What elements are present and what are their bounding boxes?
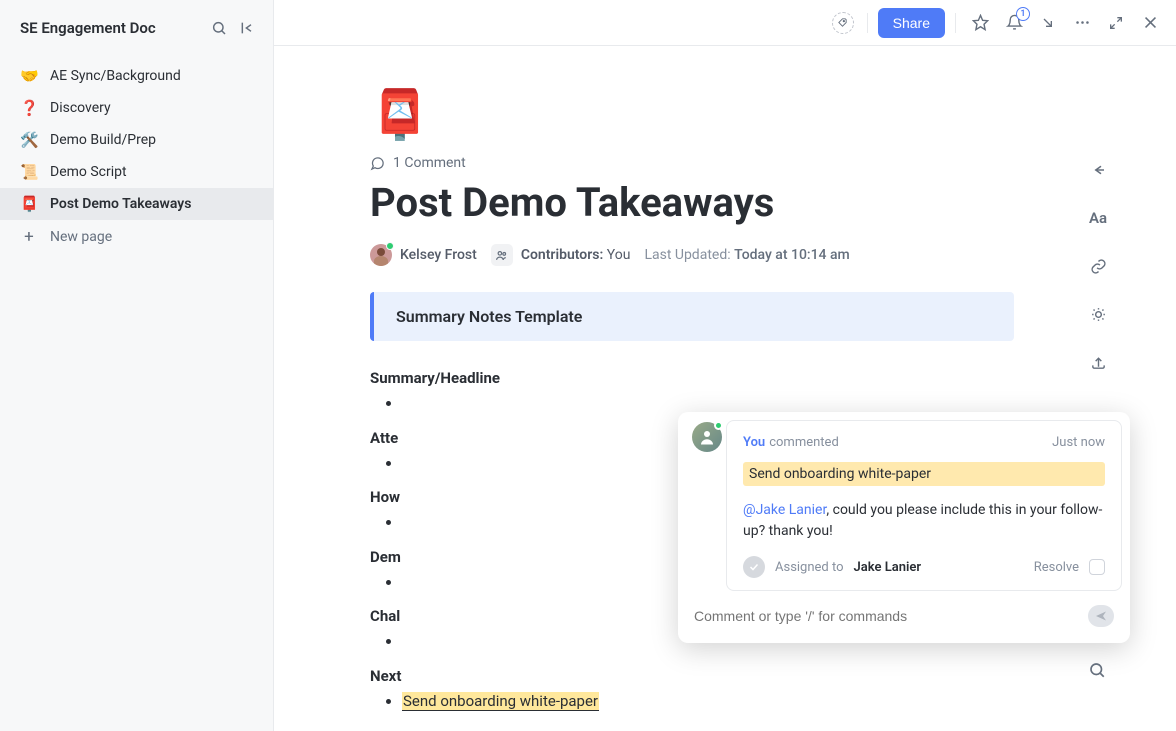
comment-highlighted-text: Send onboarding white-paper — [743, 462, 1105, 486]
assigned-to-label: Assigned to — [775, 560, 844, 575]
expand-button[interactable] — [1102, 9, 1130, 37]
sidebar-item-demo-build[interactable]: 🛠️ Demo Build/Prep — [0, 124, 273, 156]
comment-count-label: 1 Comment — [393, 155, 466, 171]
sidebar-item-discovery[interactable]: ❓ Discovery — [0, 92, 273, 124]
divider — [867, 13, 868, 33]
tag-icon — [832, 12, 854, 34]
notifications-button[interactable]: 1 — [1000, 9, 1028, 37]
sidebar-title: SE Engagement Doc — [20, 19, 201, 37]
send-comment-button[interactable] — [1088, 605, 1114, 627]
section-heading[interactable]: Next — [370, 667, 1014, 685]
contributors-label: Contributors: — [521, 247, 603, 263]
contributors-value: You — [607, 247, 631, 263]
collapse-sidebar-icon[interactable] — [237, 18, 257, 38]
close-button[interactable] — [1136, 9, 1164, 37]
indent-button[interactable] — [1084, 156, 1112, 184]
people-icon — [491, 244, 513, 266]
comment-count-button[interactable]: 1 Comment — [370, 155, 1014, 171]
notification-badge: 1 — [1016, 7, 1030, 21]
new-page-label: New page — [50, 229, 112, 245]
search-icon[interactable] — [209, 18, 229, 38]
mention[interactable]: @Jake Lanier — [743, 502, 826, 518]
scroll-icon: 📜 — [20, 163, 38, 181]
owner-name: Kelsey Frost — [400, 247, 477, 263]
comment-icon — [370, 156, 385, 171]
comment-body: @Jake Lanier, could you please include t… — [743, 500, 1105, 542]
typography-button[interactable]: Aa — [1084, 204, 1112, 232]
comment-author: You — [743, 435, 765, 450]
download-button[interactable] — [1034, 9, 1062, 37]
new-page-button[interactable]: + New page — [0, 220, 273, 254]
more-menu-button[interactable] — [1068, 9, 1096, 37]
tag-button[interactable] — [829, 9, 857, 37]
comment-verb: commented — [769, 435, 839, 450]
tools-icon: 🛠️ — [20, 131, 38, 149]
resolve-button[interactable]: Resolve — [1034, 560, 1079, 575]
callout-block[interactable]: Summary Notes Template — [370, 292, 1014, 341]
export-button[interactable] — [1084, 348, 1112, 376]
check-circle-icon[interactable] — [743, 556, 765, 578]
plus-icon: + — [20, 227, 38, 247]
resolve-checkbox[interactable] — [1089, 559, 1105, 575]
settings-button[interactable] — [1084, 300, 1112, 328]
sidebar-item-label: AE Sync/Background — [50, 68, 181, 84]
list-item[interactable]: Send onboarding white-paper — [402, 689, 1014, 715]
assignee-name: Jake Lanier — [854, 560, 922, 575]
link-button[interactable] — [1084, 252, 1112, 280]
postbox-icon: 📮 — [20, 195, 38, 213]
comment-input[interactable] — [694, 608, 1078, 624]
highlighted-text[interactable]: Send onboarding white-paper — [402, 692, 599, 711]
divider — [955, 13, 956, 33]
handshake-icon: 🤝 — [20, 67, 38, 85]
commenter-avatar — [692, 422, 722, 452]
last-updated-value: Today at 10:14 am — [734, 247, 850, 263]
last-updated-label: Last Updated: — [644, 247, 730, 263]
sidebar-item-label: Post Demo Takeaways — [50, 196, 191, 212]
sidebar-item-post-demo[interactable]: 📮 Post Demo Takeaways — [0, 188, 273, 220]
owner-chip[interactable]: Kelsey Frost — [370, 244, 477, 266]
sidebar-item-label: Demo Script — [50, 164, 127, 180]
sidebar-item-demo-script[interactable]: 📜 Demo Script — [0, 156, 273, 188]
sidebar-item-label: Discovery — [50, 100, 111, 116]
comment-panel: You commented Just now Send onboarding wh… — [678, 412, 1130, 643]
last-updated: Last Updated: Today at 10:14 am — [644, 247, 849, 263]
find-in-page-button[interactable] — [1088, 661, 1108, 681]
comment-time: Just now — [1052, 435, 1105, 450]
favorite-button[interactable] — [966, 9, 994, 37]
page-title[interactable]: Post Demo Takeaways — [370, 179, 1014, 226]
doc-emoji[interactable]: 📮 — [370, 86, 430, 143]
sidebar-item-ae-sync[interactable]: 🤝 AE Sync/Background — [0, 60, 273, 92]
section-heading[interactable]: Summary/Headline — [370, 369, 1014, 387]
contributors-chip[interactable]: Contributors: You — [491, 244, 631, 266]
sidebar-item-label: Demo Build/Prep — [50, 132, 156, 148]
question-icon: ❓ — [20, 99, 38, 117]
share-button[interactable]: Share — [878, 8, 945, 38]
